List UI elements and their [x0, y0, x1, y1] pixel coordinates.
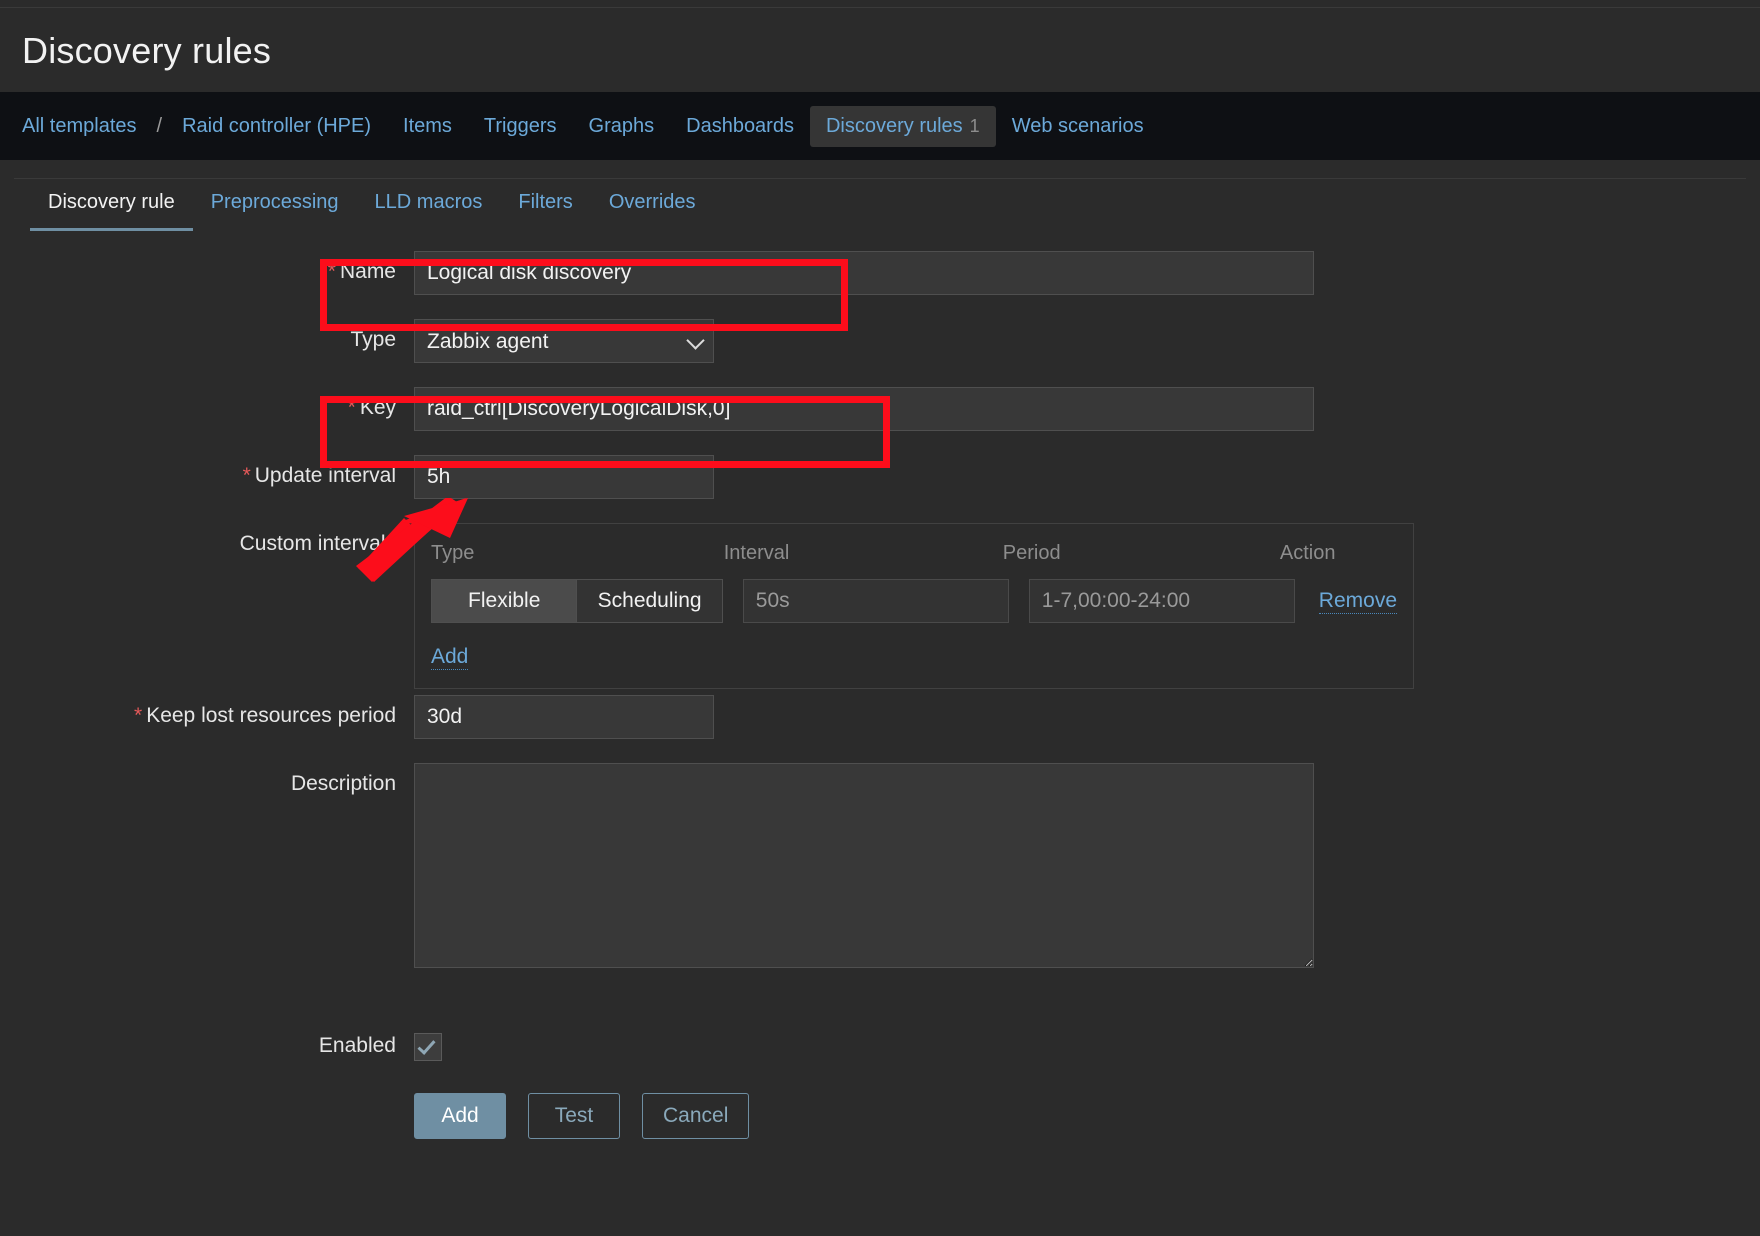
- form-row-enabled: Enabled: [14, 1025, 442, 1061]
- breadcrumb-nav: All templates / Raid controller (HPE) It…: [0, 92, 1760, 160]
- keep-lost-label: * Keep lost resources period: [14, 695, 414, 728]
- column-header-action: Action: [1279, 542, 1336, 564]
- type-select[interactable]: Zabbix agent: [414, 319, 714, 363]
- name-input[interactable]: [414, 251, 1314, 295]
- column-header-period: Period: [1002, 542, 1061, 564]
- required-marker: *: [134, 704, 143, 727]
- type-select-wrapper: Zabbix agent: [414, 319, 714, 363]
- name-label: * Name: [14, 251, 414, 284]
- nav-item-web-scenarios[interactable]: Web scenarios: [996, 106, 1160, 147]
- app-window: Discovery rules All templates / Raid con…: [0, 0, 1760, 1236]
- nav-item-dashboards[interactable]: Dashboards: [670, 106, 810, 147]
- custom-intervals-header-row: Type Interval Period Action: [431, 538, 1397, 579]
- actions-spacer: [14, 1093, 414, 1102]
- custom-intervals-table: Type Interval Period Action Flexible Sch…: [414, 523, 1414, 689]
- tab-discovery-rule[interactable]: Discovery rule: [30, 179, 193, 231]
- update-interval-label: * Update interval: [14, 455, 414, 488]
- window-top-strip: [0, 0, 1760, 8]
- form-row-name: * Name: [14, 251, 1314, 295]
- tab-filters[interactable]: Filters: [500, 179, 590, 228]
- add-button[interactable]: Add: [414, 1093, 506, 1139]
- keep-lost-input[interactable]: [414, 695, 714, 739]
- custom-intervals-label: Custom intervals: [239, 532, 396, 555]
- nav-item-triggers[interactable]: Triggers: [468, 106, 573, 147]
- check-icon: [417, 1036, 436, 1055]
- form-row-custom-intervals: Custom intervals Type Interval Period Ac…: [14, 523, 1414, 689]
- custom-interval-delay-input[interactable]: [742, 579, 1009, 623]
- page-title: Discovery rules: [22, 30, 272, 71]
- interval-type-flexible-button[interactable]: Flexible: [431, 579, 578, 623]
- content-panel: Discovery rule Preprocessing LLD macros …: [14, 178, 1746, 1216]
- page-header: Discovery rules: [0, 8, 1760, 92]
- tab-preprocessing[interactable]: Preprocessing: [193, 179, 357, 228]
- custom-interval-remove-link[interactable]: Remove: [1318, 589, 1397, 614]
- nav-item-discovery-rules-label: Discovery rules: [825, 114, 963, 137]
- test-button[interactable]: Test: [528, 1093, 620, 1139]
- enabled-checkbox[interactable]: [414, 1033, 442, 1061]
- required-marker: *: [347, 396, 356, 419]
- tab-overrides[interactable]: Overrides: [591, 179, 714, 228]
- custom-interval-add-link[interactable]: Add: [431, 645, 469, 670]
- form-row-key: * Key: [14, 387, 1314, 431]
- tab-lld-macros[interactable]: LLD macros: [357, 179, 501, 228]
- custom-interval-row: Flexible Scheduling Remove: [431, 579, 1397, 623]
- interval-type-toggle: Flexible Scheduling: [431, 579, 723, 623]
- nav-item-discovery-rules-count: 1: [969, 115, 980, 136]
- key-input[interactable]: [414, 387, 1314, 431]
- description-textarea[interactable]: [414, 763, 1314, 968]
- breadcrumb: All templates / Raid controller (HPE) It…: [22, 92, 1160, 160]
- enabled-label: Enabled: [318, 1034, 396, 1057]
- column-header-interval: Interval: [723, 542, 790, 564]
- type-label: Type: [350, 328, 396, 351]
- nav-item-all-templates[interactable]: All templates: [22, 106, 153, 147]
- form-row-update-interval: * Update interval: [14, 455, 714, 499]
- form-row-description: Description: [14, 763, 1314, 968]
- nav-item-graphs[interactable]: Graphs: [573, 106, 671, 147]
- nav-item-items[interactable]: Items: [387, 106, 468, 147]
- discovery-rule-form: *Name Type Zabbix agent *Key: [14, 235, 1746, 1216]
- breadcrumb-separator: /: [156, 114, 163, 137]
- description-label: Description: [290, 772, 396, 795]
- form-row-keep-lost-resources: * Keep lost resources period: [14, 695, 714, 739]
- nav-item-discovery-rules[interactable]: Discovery rules 1: [809, 105, 996, 147]
- form-row-actions: Add Test Cancel: [14, 1093, 750, 1139]
- column-header-type: Type: [431, 542, 475, 564]
- key-label: * Key: [14, 387, 414, 420]
- required-marker: *: [327, 260, 336, 283]
- update-interval-input[interactable]: [414, 455, 714, 499]
- cancel-button[interactable]: Cancel: [642, 1093, 750, 1139]
- update-interval-label-text: Update interval: [254, 464, 396, 487]
- form-row-type: Type Zabbix agent: [14, 319, 714, 363]
- keep-lost-label-text: Keep lost resources period: [146, 704, 396, 727]
- nav-item-raid-controller[interactable]: Raid controller (HPE): [166, 106, 387, 147]
- form-tabs: Discovery rule Preprocessing LLD macros …: [14, 179, 1746, 233]
- required-marker: *: [242, 464, 251, 487]
- key-label-text: Key: [359, 396, 396, 419]
- name-label-text: Name: [339, 260, 396, 283]
- interval-type-scheduling-button[interactable]: Scheduling: [577, 579, 723, 623]
- custom-interval-period-input[interactable]: [1028, 579, 1295, 623]
- form-action-buttons: Add Test Cancel: [414, 1093, 750, 1139]
